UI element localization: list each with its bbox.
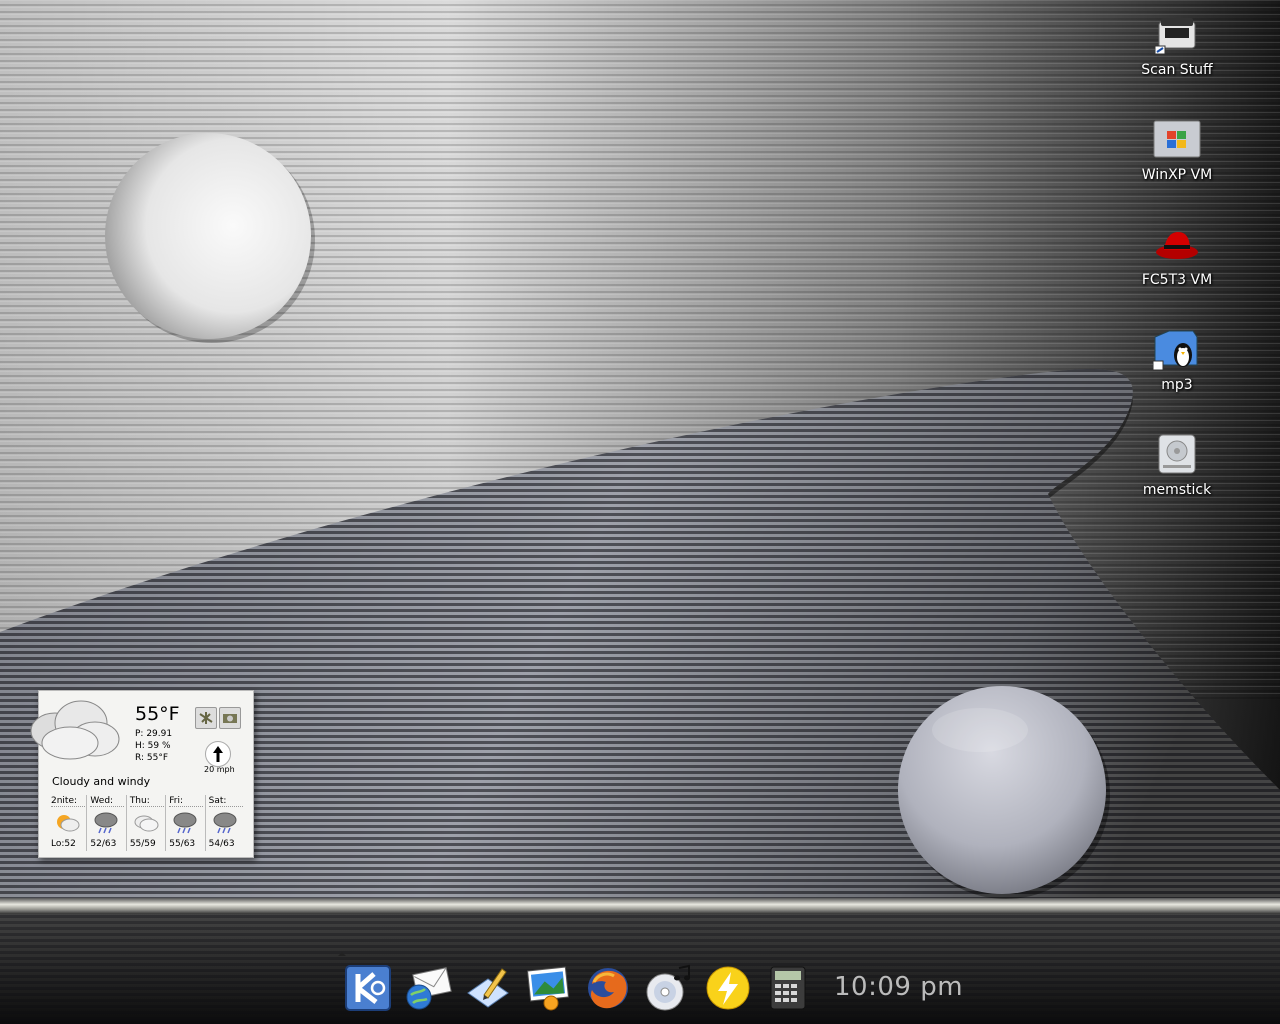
forecast-range: 54/63 — [208, 839, 235, 849]
forecast-range: Lo:52 — [51, 839, 76, 849]
quick-launch-lightning[interactable] — [700, 960, 756, 1016]
camera-icon — [223, 714, 237, 723]
cloudy-icon — [133, 811, 159, 836]
kde-menu-button[interactable] — [340, 960, 396, 1016]
desktop-icon-memstick[interactable]: memstick — [1122, 430, 1232, 498]
calculator-icon — [770, 966, 806, 1010]
forecast-day-name: 2nite: — [51, 796, 85, 807]
taskbar — [340, 958, 820, 1018]
windows-vm-icon — [1153, 115, 1201, 163]
weather-forecast: 2nite: Lo:52 Wed: 52/63 Thu: 55/59 Fri: — [48, 795, 244, 851]
forecast-day-name: Fri: — [169, 796, 204, 807]
firefox-icon — [588, 968, 628, 1009]
mail-launcher[interactable] — [400, 960, 456, 1016]
weather-widget[interactable]: 55°F P: 29.91 H: 59 % R: 55°F 20 mph Clo… — [30, 690, 254, 858]
forecast-range: 55/59 — [129, 839, 156, 849]
weather-condition: Cloudy and windy — [52, 775, 151, 788]
desktop-icon-scan-stuff[interactable]: Scan Stuff — [1122, 10, 1232, 78]
image-viewer-icon — [526, 966, 570, 1011]
forecast-day: Wed: 52/63 — [86, 795, 125, 851]
pressure-reading: P: 29.91 — [135, 729, 173, 739]
real-feel-reading: R: 55°F — [135, 753, 168, 763]
plane-icon — [199, 712, 213, 724]
wind-direction-icon — [205, 741, 231, 767]
forecast-day-name: Wed: — [90, 796, 125, 807]
cloudy-icon — [25, 695, 125, 765]
text-editor-launcher[interactable] — [460, 960, 516, 1016]
desktop-icon-label: FC5T3 VM — [1141, 272, 1213, 288]
desktop-wallpaper — [0, 0, 1280, 1024]
current-temperature: 55°F — [135, 703, 180, 725]
desktop-icon-label: memstick — [1142, 482, 1212, 498]
image-viewer-launcher[interactable] — [520, 960, 576, 1016]
rain-cloud-icon — [93, 811, 119, 838]
weather-radar-button[interactable] — [219, 707, 241, 729]
partly-cloudy-night-icon — [54, 811, 80, 836]
desktop-icon-label: WinXP VM — [1141, 167, 1213, 183]
removable-drive-icon — [1153, 430, 1201, 478]
forecast-day: Sat: 54/63 — [204, 795, 244, 851]
redhat-hat-icon — [1153, 220, 1201, 268]
desktop-icon-winxp-vm[interactable]: WinXP VM — [1122, 115, 1232, 183]
desktop-icon-fc5t3-vm[interactable]: FC5T3 VM — [1122, 220, 1232, 288]
lightning-icon — [706, 966, 750, 1010]
forecast-day: 2nite: Lo:52 — [48, 795, 86, 851]
calculator-launcher[interactable] — [760, 960, 816, 1016]
rain-cloud-icon — [212, 811, 238, 838]
desktop-icon-label: mp3 — [1161, 377, 1193, 393]
forecast-range: 55/63 — [169, 839, 196, 849]
mail-globe-icon — [406, 967, 452, 1010]
forecast-day: Fri: 55/63 — [165, 795, 204, 851]
forecast-day-name: Thu: — [129, 796, 164, 807]
panel-hide-arrow-icon[interactable] — [338, 952, 346, 956]
wind-speed: 20 mph — [204, 765, 235, 774]
forecast-range: 52/63 — [90, 839, 117, 849]
desktop-icon-label: Scan Stuff — [1141, 62, 1213, 78]
forecast-day: Thu: 55/59 — [125, 795, 165, 851]
rain-cloud-icon — [172, 811, 198, 838]
text-editor-icon — [467, 968, 509, 1008]
desktop-icon-mp3[interactable]: mp3 — [1122, 325, 1232, 393]
forecast-day-name: Sat: — [208, 796, 243, 807]
firefox-launcher[interactable] — [580, 960, 636, 1016]
scanner-icon — [1153, 10, 1201, 58]
folder-penguin-icon — [1153, 325, 1201, 373]
kde-menu-icon — [345, 965, 391, 1011]
humidity-reading: H: 59 % — [135, 741, 171, 751]
taskbar-clock[interactable]: 10:09 pm — [834, 972, 963, 1002]
cd-music-icon — [646, 964, 690, 1011]
cd-player-launcher[interactable] — [640, 960, 696, 1016]
weather-settings-button[interactable] — [195, 707, 217, 729]
